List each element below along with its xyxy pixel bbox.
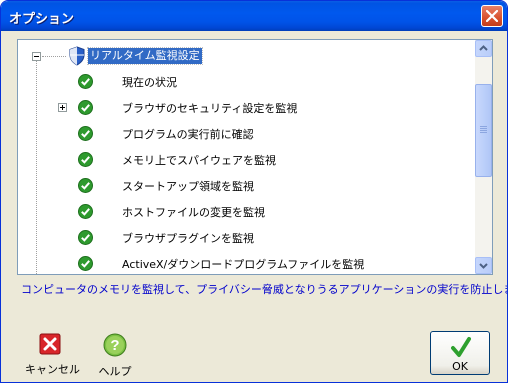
vertical-scrollbar[interactable] [475, 40, 492, 274]
tree-item-label: プログラムの実行前に確認 [122, 128, 254, 141]
cancel-button[interactable]: キャンセル [25, 333, 80, 377]
title-bar: オプション [1, 1, 507, 31]
check-icon [78, 152, 93, 167]
check-icon [78, 230, 93, 245]
help-button[interactable]: ? ヘルプ [93, 333, 137, 379]
collapse-toggle[interactable] [32, 52, 41, 61]
ok-button[interactable]: OK [430, 331, 490, 375]
tree-item-label: ブラウザプラグインを監視 [122, 232, 254, 245]
tree-item[interactable]: ブラウザプラグインを監視 [18, 224, 476, 250]
close-button[interactable] [481, 5, 503, 27]
tree-item-label: スタートアップ領域を監視 [122, 180, 254, 193]
scroll-down-button[interactable] [475, 257, 492, 274]
check-icon [78, 126, 93, 141]
check-icon [78, 256, 93, 271]
expand-toggle[interactable] [58, 103, 67, 112]
window-title: オプション [9, 12, 75, 27]
cancel-label: キャンセル [25, 363, 80, 376]
tree-content: リアルタイム監視設定 現在の状況 ブラウザのセキュリティ設定を監視 プログラムの… [18, 40, 476, 274]
check-icon [78, 178, 93, 193]
tree-item-label: ブラウザのセキュリティ設定を監視 [122, 102, 298, 115]
check-icon [78, 100, 93, 115]
ok-label: OK [452, 360, 468, 373]
check-icon [78, 74, 93, 89]
tree-item[interactable]: ブラウザのセキュリティ設定を監視 [18, 94, 476, 120]
tree-item[interactable]: スタートアップ領域を監視 [18, 172, 476, 198]
tree-item[interactable]: メモリ上でスパイウェアを監視 [18, 146, 476, 172]
chevron-up-icon [479, 45, 488, 51]
red-x-icon [39, 333, 61, 355]
check-icon [78, 204, 93, 219]
scroll-thumb[interactable] [475, 84, 492, 177]
tree-item-label: 現在の状況 [122, 76, 177, 89]
question-icon: ? [103, 333, 127, 357]
tree-item-label: ホストファイルの変更を監視 [122, 206, 265, 219]
shield-icon [69, 46, 85, 66]
tree-root-label: リアルタイム監視設定 [87, 47, 203, 65]
chevron-down-icon [479, 263, 488, 269]
close-icon [486, 10, 498, 22]
options-dialog: オプション リアルタイム監視設定 現在の状況 ブラウザのセキュリティ設定を監視 … [0, 0, 508, 383]
tree-item[interactable]: ホストファイルの変更を監視 [18, 198, 476, 224]
svg-text:?: ? [110, 337, 119, 354]
tree-item[interactable]: プログラムの実行前に確認 [18, 120, 476, 146]
tree-item-label: ActiveX/ダウンロードプログラムファイルを監視 [122, 258, 365, 271]
settings-tree[interactable]: リアルタイム監視設定 現在の状況 ブラウザのセキュリティ設定を監視 プログラムの… [17, 39, 493, 275]
green-checkmark-icon [451, 337, 471, 357]
tree-item[interactable]: 現在の状況 [18, 68, 476, 94]
description-text: コンピュータのメモリを監視して、プライバシー脅威となりうるアプリケーションの実行… [21, 283, 508, 296]
help-label: ヘルプ [98, 365, 132, 378]
tree-line [42, 56, 66, 57]
tree-root[interactable]: リアルタイム監視設定 [18, 44, 476, 68]
tree-item[interactable]: ActiveX/ダウンロードプログラムファイルを監視 [18, 250, 476, 274]
tree-item-label: メモリ上でスパイウェアを監視 [122, 154, 276, 167]
scroll-up-button[interactable] [475, 40, 492, 57]
